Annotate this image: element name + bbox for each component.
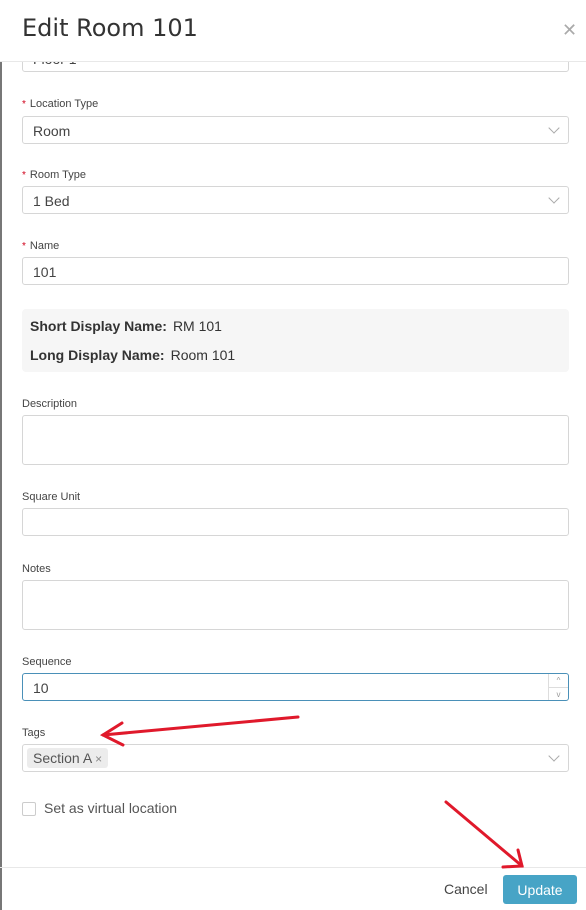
location-type-select[interactable]: Room	[22, 116, 569, 144]
required-mark: *	[22, 99, 26, 110]
label-text: Name	[29, 240, 60, 252]
background-edge	[0, 0, 2, 910]
square-unit-input[interactable]	[22, 508, 569, 536]
location-type-value: Room	[33, 123, 71, 139]
description-label: Description	[22, 398, 78, 410]
label-text: Location Type	[29, 98, 99, 110]
short-display-label: Short Display Name:	[30, 318, 167, 334]
tag-chip: Section A ×	[27, 748, 109, 768]
tag-label: Section A	[33, 750, 93, 766]
short-display-value: RM 101	[172, 318, 222, 334]
dialog-header: Edit Room 101 ✕	[0, 0, 586, 62]
square-unit-label: Square Unit	[22, 491, 81, 503]
room-type-value: 1 Bed	[33, 193, 70, 209]
dialog-footer	[0, 867, 586, 868]
room-type-select[interactable]: 1 Bed	[22, 186, 569, 214]
required-mark: *	[22, 241, 26, 252]
chevron-up-icon[interactable]: ^	[549, 674, 568, 687]
description-textarea[interactable]	[22, 415, 569, 465]
tags-arrow-annotation	[99, 715, 300, 747]
long-display-name: Long Display Name: Room 101	[30, 347, 235, 363]
tags-select[interactable]: Section A ×	[22, 744, 569, 772]
name-value: 101	[33, 264, 57, 280]
dialog-title: Edit Room 101	[22, 14, 198, 42]
virtual-location-checkbox[interactable]	[22, 802, 36, 816]
room-type-label: * Room Type	[22, 169, 86, 181]
short-display-name: Short Display Name: RM 101	[30, 318, 222, 334]
display-name-info: Short Display Name: RM 101 Long Display N…	[22, 309, 569, 372]
sequence-label: Sequence	[22, 656, 72, 668]
notes-label: Notes	[22, 563, 51, 575]
required-mark: *	[22, 170, 26, 181]
location-type-label: * Location Type	[22, 98, 98, 110]
tags-label: Tags	[22, 727, 46, 739]
name-input[interactable]: 101	[22, 257, 569, 285]
label-text: Room Type	[29, 169, 86, 181]
long-display-value: Room 101	[170, 347, 236, 363]
chevron-down-icon	[548, 192, 560, 204]
update-button[interactable]: Update	[503, 875, 577, 904]
remove-tag-icon[interactable]: ×	[95, 752, 102, 766]
close-icon[interactable]: ✕	[562, 20, 577, 41]
sequence-stepper[interactable]: ^ v	[548, 674, 568, 700]
sequence-value: 10	[33, 680, 49, 696]
name-label: * Name	[22, 240, 59, 252]
notes-textarea[interactable]	[22, 580, 569, 630]
update-arrow-annotation	[444, 800, 524, 869]
chevron-down-icon	[548, 750, 560, 762]
cancel-button[interactable]: Cancel	[444, 881, 488, 897]
sequence-input[interactable]: 10 ^ v	[22, 673, 569, 701]
chevron-down-icon	[548, 122, 560, 134]
chevron-down-icon[interactable]: v	[549, 687, 568, 701]
virtual-location-label[interactable]: Set as virtual location	[44, 800, 177, 816]
long-display-label: Long Display Name:	[30, 347, 165, 363]
